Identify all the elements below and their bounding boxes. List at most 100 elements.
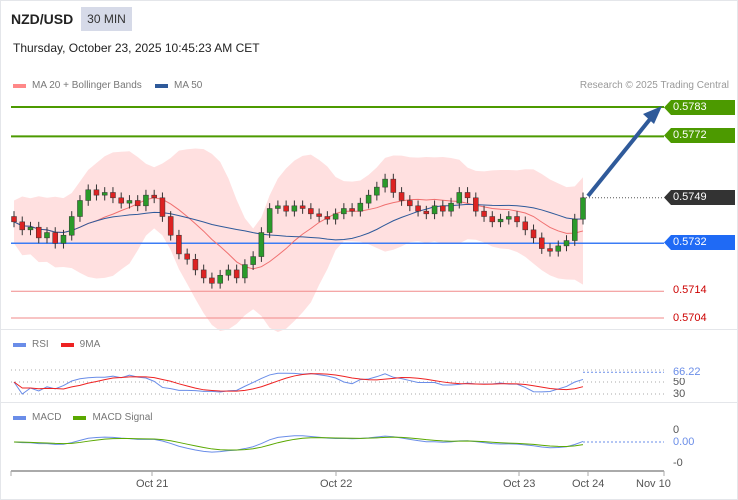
candle xyxy=(250,256,256,265)
candle xyxy=(44,232,50,239)
candle xyxy=(200,269,207,279)
candle xyxy=(530,229,537,239)
candle xyxy=(134,200,141,207)
level-tag-resistance-2: 0.5783 xyxy=(664,100,735,115)
candle xyxy=(349,208,355,212)
candle xyxy=(539,237,545,249)
x-label: Oct 22 xyxy=(320,478,353,490)
candle xyxy=(481,210,487,217)
divider xyxy=(1,329,737,330)
candle xyxy=(448,202,454,212)
last-price-tag: 0.5749 xyxy=(664,190,735,205)
candle xyxy=(299,205,306,209)
candle xyxy=(407,200,413,207)
forecast-arrow xyxy=(586,111,657,198)
candle xyxy=(11,216,17,223)
signal-swatch xyxy=(73,415,87,420)
candle xyxy=(522,221,529,231)
x-label: Oct 23 xyxy=(503,478,536,490)
candle xyxy=(555,245,562,252)
candle xyxy=(225,269,232,276)
candle xyxy=(209,277,215,284)
candle xyxy=(266,208,273,233)
legend-label: MACD Signal xyxy=(92,412,153,423)
candle xyxy=(68,216,75,236)
level-support-1: 0.5714 xyxy=(673,284,707,296)
candle xyxy=(563,240,570,247)
legend-label: 9MA xyxy=(79,339,101,350)
candle xyxy=(423,210,430,215)
macd-level-0: 0 xyxy=(673,424,680,436)
candle xyxy=(514,216,520,223)
candle xyxy=(473,197,479,212)
candle xyxy=(332,213,339,220)
rsi-level-30: 30 xyxy=(673,388,686,400)
macd-swatch xyxy=(13,415,26,420)
macd-value: 0.00 xyxy=(673,436,695,448)
candle xyxy=(308,208,314,215)
candle xyxy=(283,205,289,212)
candle xyxy=(126,200,133,204)
candle xyxy=(506,216,512,220)
candle xyxy=(60,234,67,244)
candle xyxy=(184,253,190,260)
candle xyxy=(85,189,91,201)
divider xyxy=(1,402,737,403)
legend-macd: MACD MACD Signal xyxy=(13,412,152,423)
macd-line xyxy=(13,435,584,453)
candle xyxy=(382,178,388,188)
candle xyxy=(390,178,397,193)
candle xyxy=(233,269,240,279)
candle xyxy=(275,205,281,209)
candle xyxy=(316,213,322,217)
x-label: Oct 24 xyxy=(572,478,605,490)
candle xyxy=(242,264,248,279)
candle xyxy=(415,205,421,212)
level-support-2: 0.5704 xyxy=(673,312,707,324)
candle xyxy=(192,258,199,271)
legend-label: MACD xyxy=(32,412,62,423)
candle xyxy=(580,197,586,220)
rsi-value: 66.22 xyxy=(673,366,701,378)
candle xyxy=(27,226,34,231)
candle xyxy=(440,205,446,212)
candle xyxy=(291,205,298,212)
candle xyxy=(258,232,265,257)
candle xyxy=(35,226,42,239)
rsi-swatch xyxy=(13,342,26,347)
legend-rsi: RSI 9MA xyxy=(13,339,100,350)
candle xyxy=(167,216,174,236)
candle xyxy=(52,232,58,244)
candle xyxy=(497,218,504,223)
candle xyxy=(357,202,364,212)
candle xyxy=(217,275,223,284)
candle xyxy=(489,216,496,223)
candle xyxy=(572,218,578,241)
candle xyxy=(464,192,471,199)
level-tag-pivot: 0.5732 xyxy=(664,235,735,250)
candle xyxy=(365,194,372,204)
candle xyxy=(77,200,83,217)
legend-label: RSI xyxy=(32,339,49,350)
x-label: Oct 21 xyxy=(136,478,169,490)
candle xyxy=(151,194,157,199)
candle xyxy=(143,194,149,207)
candle xyxy=(456,192,463,204)
candle xyxy=(93,189,100,196)
candle xyxy=(431,205,438,215)
rsi-ma-swatch xyxy=(60,342,74,347)
price-chart[interactable] xyxy=(0,0,738,500)
macd-level-neg: -0 xyxy=(673,457,683,469)
level-tag-resistance-1: 0.5772 xyxy=(664,128,735,143)
candle xyxy=(341,208,347,215)
candle xyxy=(398,192,405,201)
candle xyxy=(118,197,124,204)
candle xyxy=(176,234,182,255)
candle xyxy=(19,221,25,231)
bollinger-band xyxy=(14,148,583,332)
candle xyxy=(547,248,553,252)
candle xyxy=(374,186,380,196)
candle xyxy=(159,197,166,217)
candle xyxy=(110,192,116,199)
candle xyxy=(324,216,331,220)
